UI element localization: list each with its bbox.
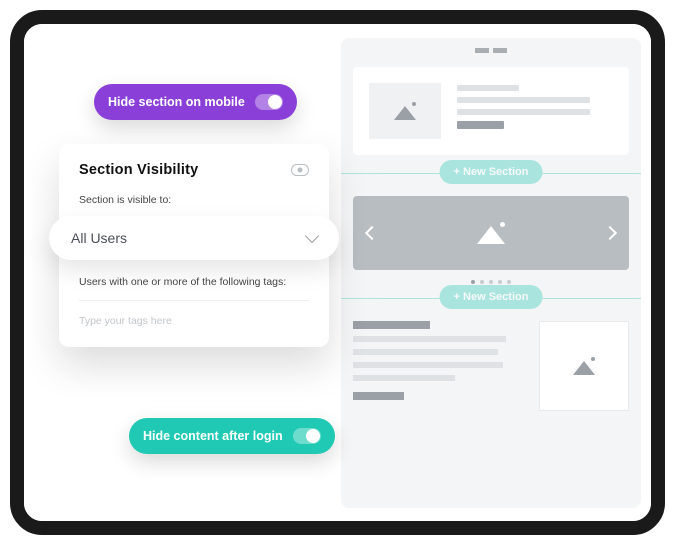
new-section-button[interactable]: + New Section: [440, 160, 543, 184]
preview-carousel-section[interactable]: [353, 196, 629, 270]
hide-after-login-toggle[interactable]: Hide content after login: [129, 418, 335, 454]
image-icon: [394, 102, 416, 120]
tablet-frame: + New Section + New Section: [10, 10, 665, 535]
section-visibility-panel: Section Visibility Section is visible to…: [59, 144, 329, 347]
hide-on-mobile-toggle[interactable]: Hide section on mobile: [94, 84, 297, 120]
tags-filter-label: Users with one or more of the following …: [79, 276, 309, 288]
page-preview-panel: + New Section + New Section: [341, 38, 641, 508]
section-divider: + New Section: [341, 173, 641, 174]
new-section-label: + New Section: [454, 291, 529, 303]
chevron-down-icon: [305, 229, 319, 243]
visible-to-label: Section is visible to:: [79, 194, 309, 206]
image-icon: [573, 357, 595, 375]
toggle-switch-icon: [255, 94, 283, 110]
carousel-dots[interactable]: [353, 280, 629, 284]
image-placeholder: [369, 83, 441, 139]
text-placeholder-lines: [457, 83, 613, 129]
tags-input[interactable]: Type your tags here: [79, 300, 309, 327]
toggle-switch-icon: [293, 428, 321, 444]
image-placeholder: [539, 321, 629, 411]
chevron-right-icon[interactable]: [603, 226, 617, 240]
chevron-left-icon[interactable]: [365, 226, 379, 240]
panel-title: Section Visibility: [79, 162, 198, 178]
toggle-label: Hide section on mobile: [108, 95, 245, 109]
preview-two-column-section[interactable]: [353, 321, 629, 411]
visibility-select[interactable]: All Users: [49, 216, 339, 260]
new-section-button[interactable]: + New Section: [440, 285, 543, 309]
tags-placeholder: Type your tags here: [79, 315, 172, 327]
section-divider: + New Section: [341, 298, 641, 299]
new-section-label: + New Section: [454, 166, 529, 178]
image-icon: [477, 222, 505, 244]
toggle-label: Hide content after login: [143, 429, 283, 443]
text-placeholder-lines: [353, 321, 523, 411]
tablet-screen: + New Section + New Section: [24, 24, 651, 521]
eye-icon: [291, 164, 309, 176]
preview-topbar: [353, 48, 629, 53]
visibility-selected-value: All Users: [71, 230, 127, 246]
preview-hero-section[interactable]: [353, 67, 629, 155]
